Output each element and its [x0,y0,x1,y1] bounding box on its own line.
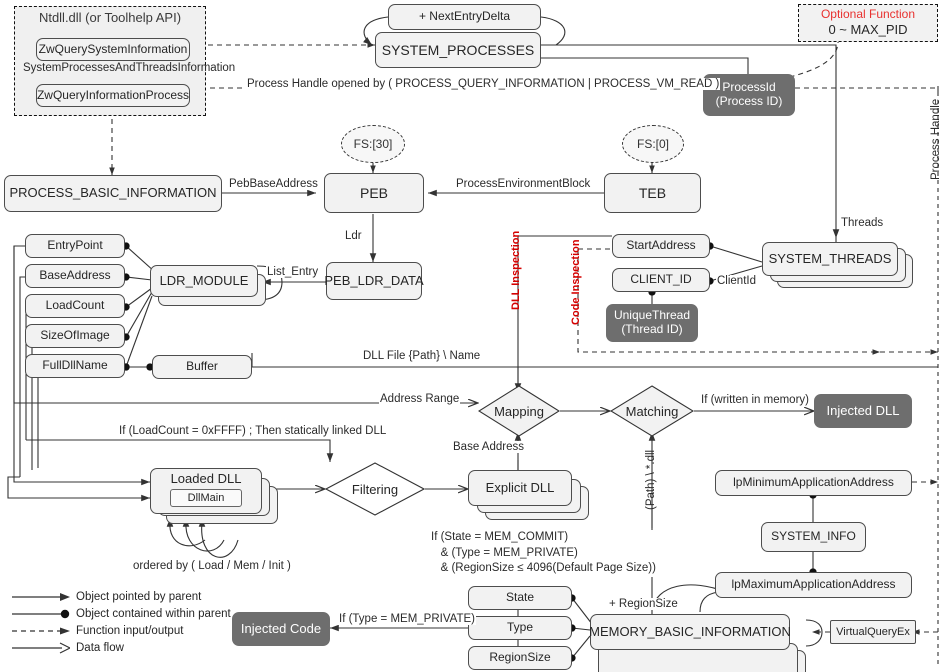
node-teb[interactable]: TEB [604,173,701,213]
loaded-dll-label: Loaded DLL [170,471,242,486]
node-system-info[interactable]: SYSTEM_INFO [761,522,866,552]
legend-label-2: Function input/output [76,624,184,637]
open-arrow-icon [12,641,70,654]
label-list-entry: List_Entry [266,266,320,278]
node-zwqueryinformationprocess[interactable]: ZwQueryInformationProcess [36,84,190,107]
node-nextentrydelta[interactable]: + NextEntryDelta [388,4,541,30]
legend-item-0: Object pointed by parent [12,588,231,605]
label-systemprocessesandthreadsinformation: SystemProcessesAndThreadsInformation [23,62,236,74]
node-peb[interactable]: PEB [324,173,424,213]
solid-dot-icon [12,609,70,618]
node-system-processes[interactable]: SYSTEM_PROCESSES [375,32,541,68]
legend-item-1: Object contained within parent [12,605,231,622]
label-ordered-by: ordered by ( Load / Mem / Init ) [132,560,292,572]
label-if-loadcount: If (LoadCount = 0xFFFF) ; Then staticall… [118,425,388,437]
label-threads: Threads [840,217,885,229]
node-sizeofimage[interactable]: SizeOfImage [25,324,125,348]
legend-item-3: Data flow [12,639,231,656]
node-virtualqueryex[interactable]: VirtualQueryEx [830,620,916,644]
processid-label: ProcessId (Process ID) [715,80,783,108]
optional-function-note: Optional Function 0 ~ MAX_PID [798,4,938,42]
label-dll-file-path-name: DLL File {Path} \ Name [362,350,482,362]
label-base-address: Base Address [452,441,525,453]
node-explicit-dll[interactable]: Explicit DLL [468,470,572,506]
solid-arrow-filled-icon [12,592,70,601]
node-uniquethread[interactable]: UniqueThread (Thread ID) [606,304,698,342]
node-client-id[interactable]: CLIENT_ID [612,268,710,292]
legend-label-3: Data flow [76,641,124,654]
node-filtering[interactable]: Filtering [324,462,426,516]
label-plus-regionsize: + RegionSize [608,598,679,610]
node-buffer[interactable]: Buffer [152,355,252,379]
node-ldr-module[interactable]: LDR_MODULE [150,265,258,297]
node-loadcount[interactable]: LoadCount [25,294,125,318]
label-clientid: ClientId [716,275,757,287]
uniquethread-label: UniqueThread (Thread ID) [613,308,691,336]
mapping-label: Mapping [494,403,544,419]
label-ldr: Ldr [344,230,363,242]
node-baseaddress[interactable]: BaseAddress [25,264,125,288]
node-matching[interactable]: Matching [609,385,695,437]
label-path-dll-vertical: (Path) \ *.dll [645,449,657,510]
label-code-inspection: Code Inspection [570,239,582,325]
matching-label: Matching [625,403,679,419]
optional-function-line1: Optional Function [820,6,916,21]
node-mapping[interactable]: Mapping [477,385,561,437]
node-lpminimumapplicationaddress[interactable]: lpMinimumApplicationAddress [715,470,912,496]
label-if-type-mem-private: If (Type = MEM_PRIVATE) [338,613,477,625]
label-address-range: Address Range [379,393,461,405]
label-pebbaseaddress: PebBaseAddress [228,178,319,190]
label-process-handle-opened-by: Process Handle opened by ( PROCESS_QUERY… [246,78,721,90]
node-loaded-dll[interactable]: Loaded DLL DllMain [150,468,262,514]
node-fs0: FS:[0] [622,125,684,163]
node-system-threads[interactable]: SYSTEM_THREADS [762,242,898,276]
node-fulldllname[interactable]: FullDllName [25,354,125,378]
group-ntdll-title: Ntdll.dll (or Toolhelp API) [38,10,182,25]
optional-function-line2: 0 ~ MAX_PID [828,22,908,38]
node-process-basic-information[interactable]: PROCESS_BASIC_INFORMATION [4,175,222,212]
label-processenvironmentblock: ProcessEnvironmentBlock [455,178,592,190]
node-startaddress[interactable]: StartAddress [612,234,710,258]
node-state[interactable]: State [468,586,572,610]
node-zwquerysysteminformation[interactable]: ZwQuerySystemInformation [36,38,190,61]
legend: Object pointed by parent Object containe… [12,588,231,656]
diagram-canvas: Ntdll.dll (or Toolhelp API) Optional Fun… [0,0,943,672]
node-fs30: FS:[30] [341,125,405,163]
node-dllmain[interactable]: DllMain [170,488,242,507]
node-type[interactable]: Type [468,616,572,640]
filtering-label: Filtering [351,481,399,497]
node-entrypoint[interactable]: EntryPoint [25,234,125,258]
label-process-handle-vertical: Process Handle [930,98,942,180]
node-memory-basic-information[interactable]: MEMORY_BASIC_INFORMATION [589,614,791,650]
node-regionsize[interactable]: RegionSize [468,646,572,670]
node-peb-ldr-data[interactable]: PEB_LDR_DATA [324,262,424,300]
label-mem-conditions: If (State = MEM_COMMIT) & (Type = MEM_PR… [430,530,657,577]
label-dll-inspection: DLL Inspection [510,230,522,310]
dashed-arrow-icon [12,627,70,634]
legend-label-1: Object contained within parent [76,607,231,620]
legend-label-0: Object pointed by parent [76,590,202,603]
label-if-written-in-memory: If (written in memory) [700,394,810,406]
node-injected-code[interactable]: Injected Code [232,612,330,646]
node-injected-dll[interactable]: Injected DLL [814,394,912,428]
legend-item-2: Function input/output [12,622,231,639]
node-lpmaximumapplicationaddress[interactable]: lpMaximumApplicationAddress [715,572,912,598]
